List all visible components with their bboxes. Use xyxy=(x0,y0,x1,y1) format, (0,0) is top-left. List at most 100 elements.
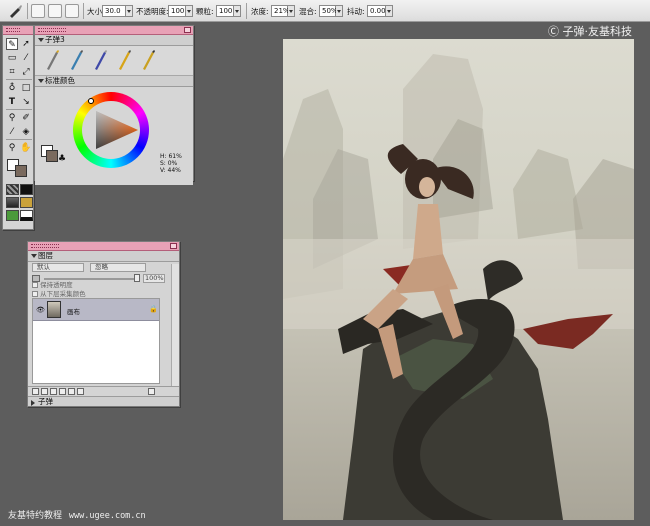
layers-section-header[interactable]: 图层 xyxy=(28,251,179,262)
pick-up-color-option[interactable]: 从下层采集颜色 xyxy=(32,288,86,298)
divider xyxy=(6,109,32,110)
brush-variant-icon[interactable] xyxy=(140,49,156,71)
weaving-selector-icon[interactable] xyxy=(20,197,33,208)
composite-method-select[interactable]: 默认 xyxy=(32,263,84,272)
toolbar-divider xyxy=(83,3,84,19)
pick-up-color-checkbox[interactable] xyxy=(32,291,38,297)
layer-commands-icon[interactable] xyxy=(32,388,39,395)
dropper-icon[interactable]: ⚲ xyxy=(6,112,18,124)
eraser-icon[interactable]: ✐ xyxy=(20,112,32,124)
layer-mask-icon[interactable] xyxy=(59,388,66,395)
stroke-type-icon[interactable] xyxy=(48,4,62,18)
rect-select-icon[interactable]: ▭ xyxy=(6,52,18,64)
composite-row: 默认 忽略 xyxy=(28,262,179,273)
site-url: www.ugee.com.cn xyxy=(68,511,146,521)
crop-icon[interactable]: ⌗ xyxy=(6,66,18,78)
grain-stepper[interactable] xyxy=(234,5,241,17)
value-value: V: 44% xyxy=(160,167,181,174)
tutorial-label: 友基特约教程 xyxy=(8,511,63,521)
transform-icon[interactable]: ⤢ xyxy=(20,66,32,78)
close-icon[interactable] xyxy=(170,243,177,249)
size-field[interactable]: 30.0 xyxy=(102,5,126,17)
jitter-label: 抖动: xyxy=(347,7,365,16)
mix-label: 混合: xyxy=(299,7,317,16)
pattern-selector-icon[interactable] xyxy=(6,197,19,208)
close-icon[interactable] xyxy=(184,27,191,33)
layers-scrollbar[interactable] xyxy=(171,264,179,386)
hue-value: H: 61% xyxy=(160,153,182,160)
toolbar-divider xyxy=(246,3,247,19)
panel-titlebar[interactable] xyxy=(35,26,193,35)
additional-color-swatch[interactable] xyxy=(46,150,58,162)
bleed-label: 浓度: xyxy=(251,7,269,16)
paper-selector-icon[interactable] xyxy=(6,184,19,195)
grabber-icon[interactable]: ✋ xyxy=(20,142,32,154)
nozzle-selector-icon[interactable] xyxy=(6,210,19,221)
color-wheel-area: ♣ H: 61% S: 0% V: 44% xyxy=(35,87,193,185)
magic-wand-icon[interactable]: ⁄ xyxy=(20,52,32,64)
layers-titlebar[interactable] xyxy=(28,242,179,251)
text-icon[interactable]: T xyxy=(6,96,18,108)
lock-icon[interactable]: 🔒 xyxy=(149,305,158,313)
drag-grip[interactable] xyxy=(31,244,59,248)
mix-field[interactable]: 50% xyxy=(319,5,338,17)
brush-variant-strip xyxy=(35,46,193,76)
brush-variant-icon[interactable] xyxy=(68,49,84,71)
opacity-slider-thumb[interactable] xyxy=(134,274,140,282)
opacity-field[interactable]: 100 xyxy=(168,5,186,17)
brush-variant-icon[interactable] xyxy=(92,49,108,71)
method-icon[interactable] xyxy=(65,4,79,18)
bleed-stepper[interactable] xyxy=(288,5,295,17)
new-layer-icon[interactable] xyxy=(68,388,75,395)
magnifier-icon[interactable]: ⚲ xyxy=(6,142,18,154)
depth-method-select[interactable]: 忽略 xyxy=(90,263,146,272)
canvas-artwork[interactable] xyxy=(283,39,634,520)
brush-icon[interactable]: ✎ xyxy=(6,38,18,50)
footer-credit: 友基特约教程 www.ugee.com.cn xyxy=(8,508,146,521)
layer-adjuster-icon[interactable]: ➚ xyxy=(20,38,32,50)
opacity-stepper[interactable] xyxy=(186,5,193,17)
new-layer-icon[interactable] xyxy=(77,388,84,395)
hue-indicator[interactable] xyxy=(88,98,94,104)
dab-type-icon[interactable] xyxy=(31,4,45,18)
drag-grip[interactable] xyxy=(38,28,66,32)
dynamic-plugins-icon[interactable] xyxy=(41,388,48,395)
color-section-header[interactable]: 标准颜色 xyxy=(35,76,193,87)
collapsed-section-header[interactable]: 子弹 xyxy=(28,396,179,406)
additional-color-swatch[interactable] xyxy=(15,165,27,177)
jitter-stepper[interactable] xyxy=(386,5,393,17)
layer-name: 画布 xyxy=(67,308,80,316)
drag-grip[interactable] xyxy=(6,28,20,32)
opacity-field[interactable]: 100% xyxy=(143,274,165,283)
layer-thumbnail xyxy=(47,301,61,318)
toolbar-divider xyxy=(27,3,28,19)
jitter-field[interactable]: 0.00 xyxy=(367,5,386,17)
brush-section-header[interactable]: 子弹3 xyxy=(35,35,193,46)
pen-icon[interactable]: ♁ xyxy=(6,82,18,94)
divider xyxy=(6,79,32,80)
toolbox-panel: ✎ ➚ ▭ ⁄ ⌗ ⤢ ♁ □ T ↘ ⚲ ✐ ⁄ ◈ ⚲ ✋ xyxy=(2,25,34,230)
painting-image xyxy=(283,54,634,520)
mix-stepper[interactable] xyxy=(336,5,343,17)
brush-tool-icon[interactable] xyxy=(7,3,23,19)
hsv-readout: H: 61% S: 0% V: 44% xyxy=(160,153,182,174)
grain-field[interactable]: 100 xyxy=(216,5,234,17)
visibility-eye-icon[interactable]: 👁 xyxy=(36,306,45,314)
clone-color-icon[interactable]: ♣ xyxy=(58,154,66,164)
brush-variant-icon[interactable] xyxy=(44,49,60,71)
shape-icon[interactable]: □ xyxy=(20,82,32,94)
gradient-selector-icon[interactable] xyxy=(20,184,33,195)
new-group-icon[interactable] xyxy=(50,388,57,395)
line-icon[interactable]: ↘ xyxy=(20,96,32,108)
brush-variant-icon[interactable] xyxy=(116,49,132,71)
eyedropper-icon[interactable]: ⁄ xyxy=(6,126,18,138)
layer-commands-bar xyxy=(28,386,179,396)
toolbox-titlebar[interactable] xyxy=(3,26,33,35)
layer-row[interactable]: 👁 画布 🔒 xyxy=(33,299,159,321)
size-stepper[interactable] xyxy=(126,5,133,17)
trash-icon[interactable] xyxy=(148,388,155,395)
paint-bucket-icon[interactable]: ◈ xyxy=(20,126,32,138)
bleed-field[interactable]: 21% xyxy=(271,5,290,17)
look-selector-icon[interactable] xyxy=(20,210,33,221)
copyright-watermark: Ⓒ 子弹·友基科技 xyxy=(548,25,632,38)
